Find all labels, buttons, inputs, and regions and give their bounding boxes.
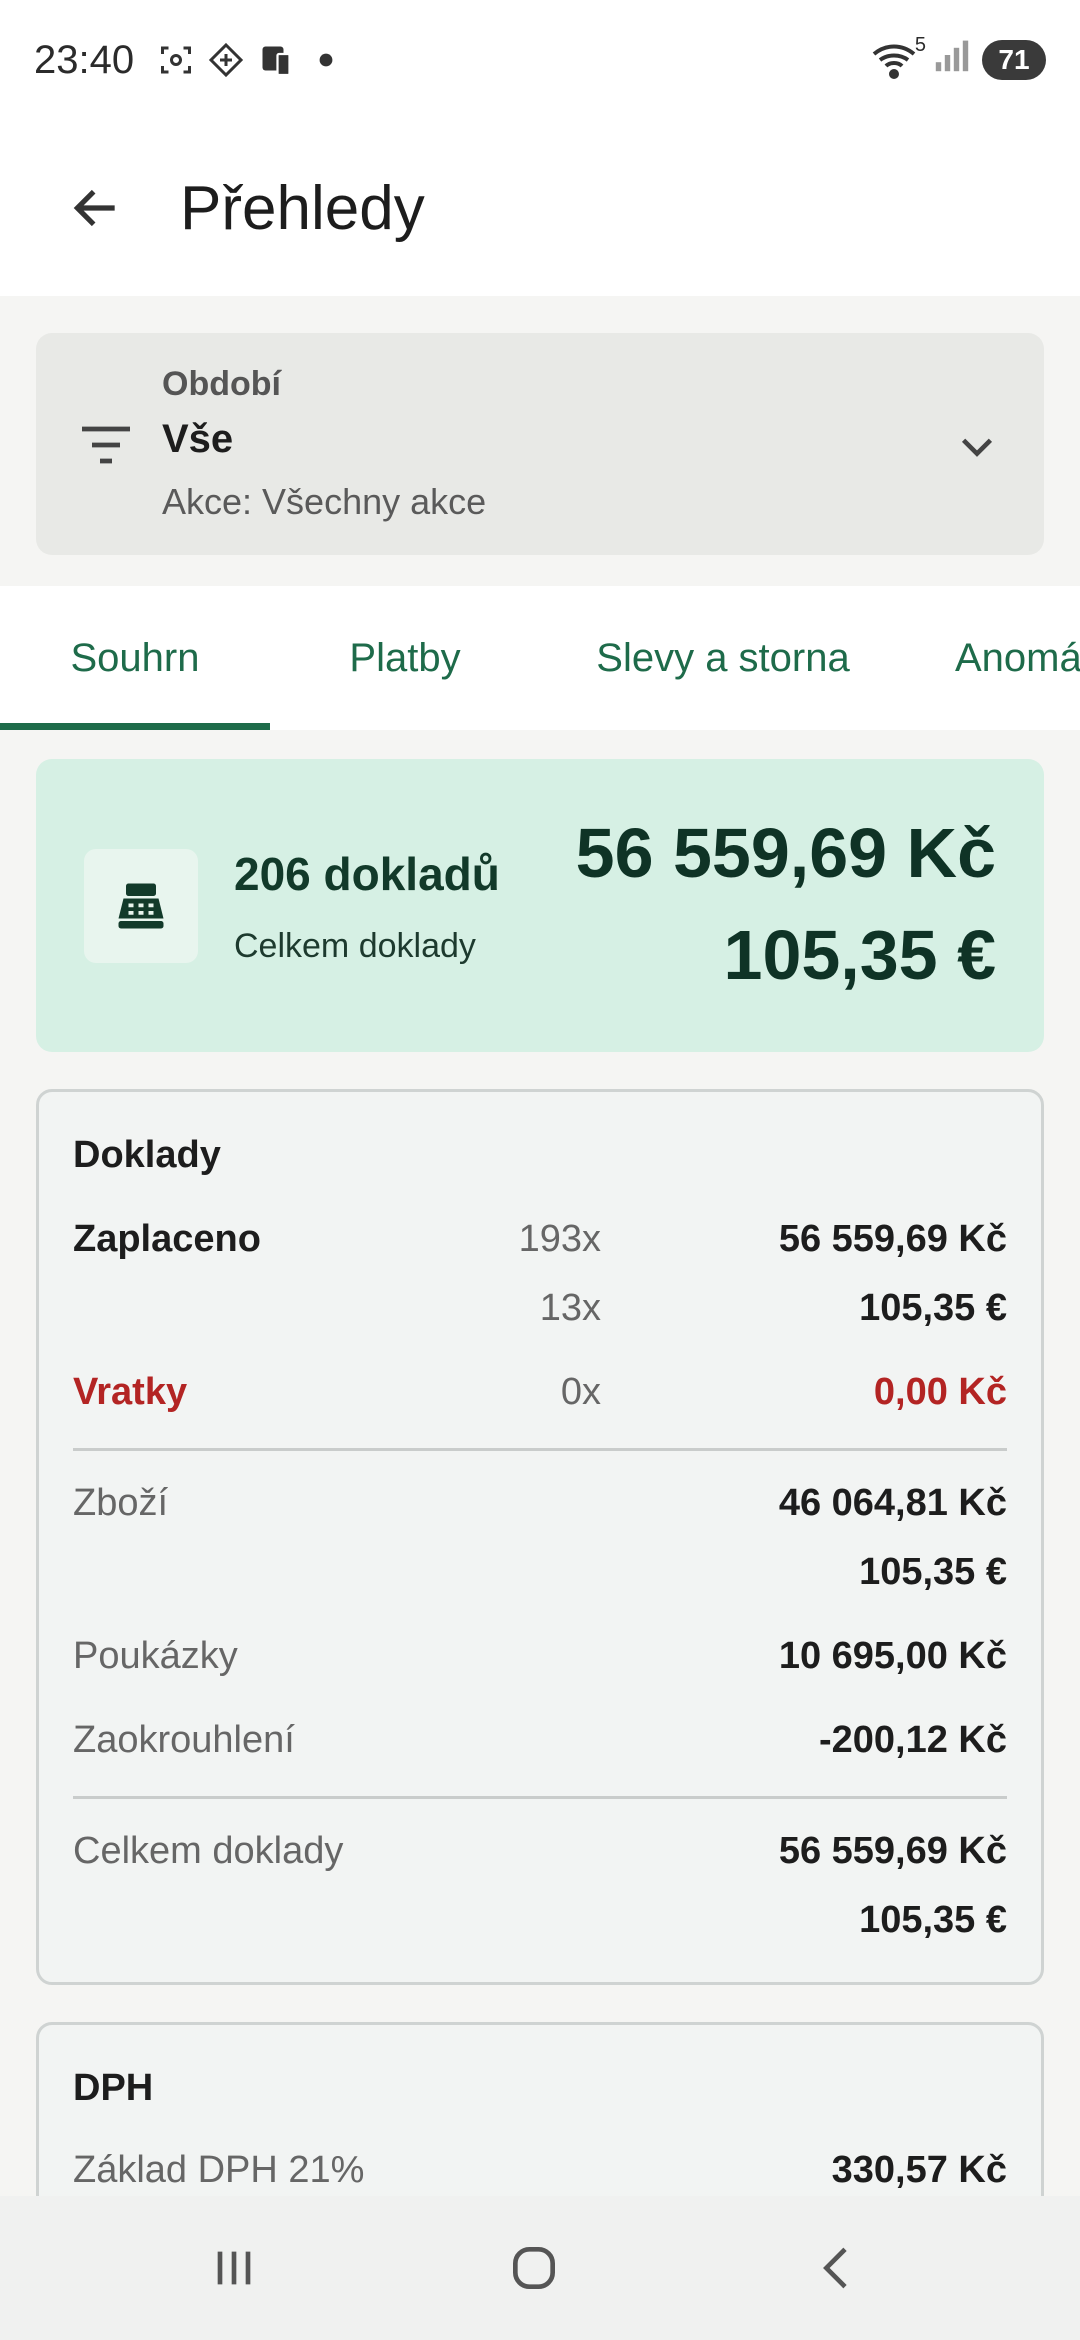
vpn-icon xyxy=(206,40,246,80)
chevron-down-icon xyxy=(961,438,993,457)
refund-row: Vratky 0x 0,00 Kč xyxy=(73,1371,1007,1421)
filter-value: Vše xyxy=(162,417,234,461)
document-count-label: Celkem doklady xyxy=(234,927,476,965)
vouchers-row: Poukázky 10 695,00 Kč xyxy=(73,1635,1007,1685)
tab-slevy-a-storna[interactable]: Slevy a storna xyxy=(540,586,906,730)
tab-anomalie[interactable]: Anomálie xyxy=(955,586,1080,730)
vouchers-label: Poukázky xyxy=(73,1635,238,1677)
arrow-left-icon xyxy=(73,189,115,227)
home-button[interactable] xyxy=(498,2232,570,2304)
rounding-row: Zaokrouhlení -200,12 Kč xyxy=(73,1719,1007,1769)
paid-row-eur: 13x 105,35 € xyxy=(73,1287,1007,1337)
back-button[interactable] xyxy=(48,160,144,256)
screenshot-icon xyxy=(156,40,196,80)
signal-icon xyxy=(934,37,970,83)
goods-row: Zboží 46 064,81 Kč xyxy=(73,1482,1007,1532)
period-filter-dropdown[interactable]: Období Vše Akce: Všechny akce xyxy=(36,333,1044,555)
goods-amount-czk: 46 064,81 Kč xyxy=(778,1482,1007,1524)
paid-label: Zaplaceno xyxy=(73,1218,261,1260)
rounding-amount: -200,12 Kč xyxy=(818,1719,1007,1761)
filter-icon xyxy=(82,426,130,464)
dph-title: DPH xyxy=(73,2067,154,2109)
dph-base-21-row: Základ DPH 21% 330,57 Kč xyxy=(73,2149,1007,2199)
battery-indicator: 71 xyxy=(982,40,1046,80)
divider xyxy=(73,1796,1007,1799)
doklady-card: Doklady Zaplaceno 193x 56 559,69 Kč 13x … xyxy=(36,1089,1044,1985)
total-label: Celkem doklady xyxy=(73,1830,344,1872)
tab-platby[interactable]: Platby xyxy=(270,586,540,730)
total-row: Celkem doklady 56 559,69 Kč xyxy=(73,1830,1007,1880)
nav-back-button[interactable] xyxy=(802,2232,874,2304)
doklady-title: Doklady xyxy=(73,1134,221,1176)
tab-souhrn[interactable]: Souhrn xyxy=(0,586,270,730)
tab-label: Souhrn xyxy=(70,635,200,680)
recent-apps-icon xyxy=(217,2251,251,2285)
tab-label: Platby xyxy=(349,635,461,680)
paid-row: Zaplaceno 193x 56 559,69 Kč xyxy=(73,1218,1007,1268)
goods-row-eur: 105,35 € xyxy=(73,1551,1007,1601)
recent-apps-button[interactable] xyxy=(198,2232,270,2304)
back-icon xyxy=(823,2247,847,2289)
wifi-badge: 5 xyxy=(914,34,926,56)
total-amount-czk-row: 56 559,69 Kč xyxy=(778,1830,1007,1872)
page-title: Přehledy xyxy=(180,173,425,243)
goods-amount-eur: 105,35 € xyxy=(859,1551,1007,1593)
status-time: 23:40 xyxy=(34,37,135,82)
paid-amount-czk: 56 559,69 Kč xyxy=(778,1218,1007,1260)
filter-subtitle: Akce: Všechny akce xyxy=(162,481,487,522)
divider xyxy=(73,1448,1007,1451)
tab-bar: Souhrn Platby Slevy a storna Anomálie xyxy=(0,586,1080,730)
paid-count-eur: 13x xyxy=(539,1287,601,1329)
paid-amount-eur: 105,35 € xyxy=(859,1287,1007,1329)
document-count: 206 dokladů xyxy=(234,848,500,900)
system-navigation-bar xyxy=(0,2196,1080,2340)
dph-base-21-amount: 330,57 Kč xyxy=(831,2149,1007,2191)
wifi-icon: 5 xyxy=(870,34,926,80)
tab-label: Slevy a storna xyxy=(596,635,850,680)
total-amount-eur: 105,35 € xyxy=(723,916,996,994)
status-notification-icons xyxy=(156,40,346,80)
rounding-label: Zaokrouhlení xyxy=(73,1719,295,1761)
paid-count-czk: 193x xyxy=(518,1218,601,1260)
total-amount-czk: 56 559,69 Kč xyxy=(575,814,996,892)
tab-label: Anomálie xyxy=(955,635,1080,680)
device-icon xyxy=(256,40,296,80)
status-bar: 23:40 5 71 xyxy=(0,0,1080,120)
refund-count: 0x xyxy=(560,1371,601,1413)
dph-base-21-label: Základ DPH 21% xyxy=(73,2149,365,2191)
goods-label: Zboží xyxy=(73,1482,169,1524)
filter-label: Období xyxy=(162,365,281,403)
refund-label: Vratky xyxy=(73,1371,188,1413)
total-row-eur: 105,35 € xyxy=(73,1899,1007,1949)
cash-register-icon xyxy=(84,849,198,963)
refund-amount: 0,00 Kč xyxy=(873,1371,1007,1413)
home-icon xyxy=(513,2247,555,2289)
vouchers-amount: 10 695,00 Kč xyxy=(778,1635,1007,1677)
summary-card: 206 dokladů Celkem doklady 56 559,69 Kč … xyxy=(36,759,1044,1052)
total-amount-eur-row: 105,35 € xyxy=(859,1899,1007,1941)
notification-dot-icon xyxy=(306,40,346,80)
app-bar: Přehledy xyxy=(0,120,1080,296)
